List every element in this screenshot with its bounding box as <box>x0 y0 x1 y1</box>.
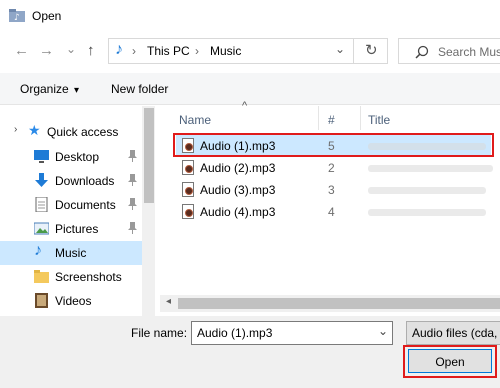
audio-file-icon <box>182 182 194 197</box>
audio-file-icon <box>182 204 194 219</box>
title-bar <box>0 0 500 31</box>
file-name: Audio (2).mp3 <box>200 161 276 175</box>
desktop-icon <box>34 150 49 163</box>
search-box[interactable]: Search Mus <box>398 38 500 64</box>
sort-ascending-icon: ^ <box>242 100 248 112</box>
sidebar-item-pictures[interactable]: Pictures <box>0 217 142 241</box>
file-name-field[interactable]: Audio (1).mp3 ⌄ <box>191 321 393 345</box>
blurred-title <box>368 165 493 172</box>
highlight-box <box>403 345 497 378</box>
svg-text:♪: ♪ <box>14 13 20 22</box>
address-dropdown-icon[interactable]: ⌄ <box>335 42 345 56</box>
pin-icon[interactable] <box>128 174 137 186</box>
breadcrumb-this-pc[interactable]: This PC <box>147 44 190 58</box>
pin-icon[interactable] <box>128 150 137 162</box>
search-placeholder: Search Mus <box>438 45 500 59</box>
forward-arrow-icon: → <box>39 42 54 59</box>
file-row[interactable]: Audio (4).mp3 4 <box>176 201 491 223</box>
chevron-down-icon: ⌄ <box>66 42 77 56</box>
audio-file-icon <box>182 160 194 175</box>
file-type-value: Audio files (cda, v <box>412 326 500 340</box>
file-track-number: 2 <box>328 161 335 175</box>
horizontal-scrollbar-thumb[interactable] <box>178 298 500 309</box>
back-button[interactable]: ← <box>14 43 29 59</box>
column-divider[interactable] <box>318 106 319 130</box>
blurred-title <box>368 187 486 194</box>
column-header-number[interactable]: # <box>328 113 335 127</box>
file-track-number: 3 <box>328 183 335 197</box>
recent-locations-button[interactable]: ⌄ <box>66 41 76 57</box>
sidebar-item-label: Pictures <box>55 222 99 236</box>
file-row[interactable]: Audio (2).mp3 2 <box>176 157 493 179</box>
pin-icon[interactable] <box>128 222 137 234</box>
refresh-button[interactable]: ↻ <box>353 38 388 64</box>
sidebar-item-videos[interactable]: Videos <box>0 289 142 313</box>
sidebar-item-label: Downloads <box>55 174 115 188</box>
music-note-icon: ♪ <box>115 41 123 58</box>
column-header-name[interactable]: Name <box>179 113 211 127</box>
refresh-icon: ↻ <box>365 42 378 59</box>
back-arrow-icon: ← <box>14 42 29 59</box>
file-name-value[interactable]: Audio (1).mp3 <box>197 326 272 340</box>
sidebar-item-label: Documents <box>55 198 116 212</box>
file-track-number: 4 <box>328 205 335 219</box>
breadcrumb-separator-icon: › <box>132 44 136 58</box>
folder-icon <box>34 270 49 283</box>
file-type-select[interactable]: Audio files (cda, v <box>406 321 500 345</box>
blurred-title <box>368 209 486 216</box>
sidebar-item-music[interactable]: ♪ Music <box>0 241 142 265</box>
up-arrow-icon: ↑ <box>87 42 95 59</box>
file-name: Audio (3).mp3 <box>200 183 276 197</box>
sidebar-item-documents[interactable]: Documents <box>0 193 142 217</box>
document-icon <box>35 197 48 212</box>
search-icon <box>415 45 429 59</box>
file-name: Audio (4).mp3 <box>200 205 276 219</box>
window-title: Open <box>32 9 62 23</box>
sidebar-item-downloads[interactable]: Downloads <box>0 169 142 193</box>
column-divider[interactable] <box>360 106 361 130</box>
breadcrumb-separator-icon: › <box>195 44 199 58</box>
breadcrumb-music[interactable]: Music <box>210 44 241 58</box>
forward-button[interactable]: → <box>39 43 54 59</box>
up-button[interactable]: ↑ <box>87 42 95 59</box>
folder-music-icon: ♪ <box>9 9 25 22</box>
new-folder-button[interactable]: New folder <box>111 82 168 96</box>
sidebar-item-screenshots[interactable]: Screenshots <box>0 265 142 289</box>
star-icon: ★ <box>28 122 41 138</box>
address-bar[interactable]: ♪ › This PC › Music ⌄ <box>108 38 388 64</box>
sidebar-item-label: Quick access <box>47 125 119 139</box>
organize-label: Organize <box>20 82 69 96</box>
expand-chevron-icon[interactable]: › <box>14 124 17 135</box>
download-icon <box>35 173 48 187</box>
pin-icon[interactable] <box>128 198 137 210</box>
sidebar-item-label: Screenshots <box>55 270 122 284</box>
sidebar-item-label: Videos <box>55 294 92 308</box>
column-header-title[interactable]: Title <box>368 113 390 127</box>
organize-button[interactable]: Organize ▾ <box>20 82 79 96</box>
file-name-label: File name: <box>131 326 188 340</box>
sidebar-item-quick-access[interactable]: › ★ Quick access <box>0 120 142 144</box>
sidebar-item-desktop[interactable]: Desktop <box>0 145 142 169</box>
videos-icon <box>35 293 48 308</box>
music-note-icon: ♪ <box>34 242 42 259</box>
navigation-scrollbar-thumb[interactable] <box>144 108 154 203</box>
caret-down-icon: ▾ <box>74 85 80 96</box>
pictures-icon <box>34 222 49 235</box>
highlight-box <box>173 133 494 157</box>
sidebar-item-label: Music <box>55 246 87 260</box>
file-row[interactable]: Audio (3).mp3 3 <box>176 179 491 201</box>
sidebar-item-label: Desktop <box>55 150 100 164</box>
scroll-left-icon[interactable]: ◂ <box>166 296 171 307</box>
chevron-down-icon[interactable]: ⌄ <box>378 324 388 338</box>
